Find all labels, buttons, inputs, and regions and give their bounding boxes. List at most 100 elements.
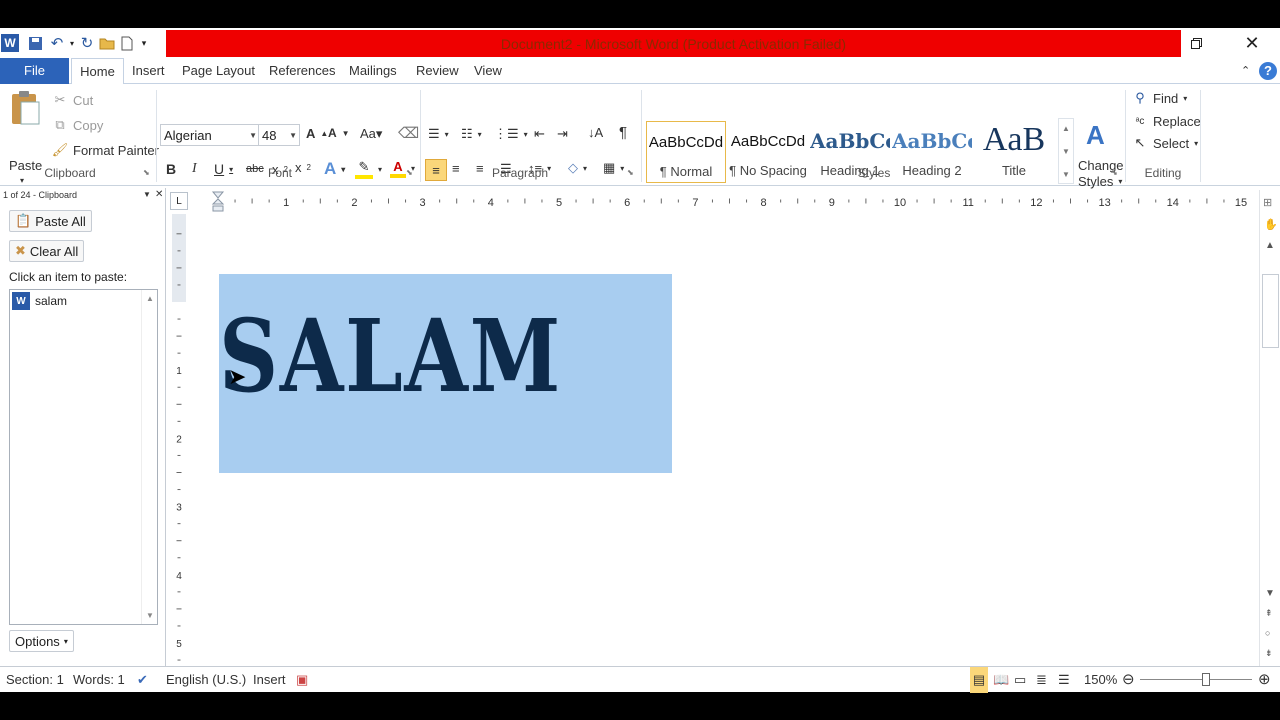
- pane-menu-icon[interactable]: ▼: [143, 188, 151, 202]
- font-launcher-icon[interactable]: ⬊: [406, 168, 413, 177]
- scroll-up-icon[interactable]: ▲: [1265, 240, 1275, 251]
- horizontal-ruler[interactable]: 1 2 3 4 5 6 7 8 9 10 11 12 13 14 15: [190, 190, 1258, 212]
- minimize-ribbon-icon[interactable]: ⌃: [1241, 58, 1250, 84]
- group-separator: [641, 90, 642, 182]
- new-document-icon[interactable]: [117, 32, 137, 54]
- clipboard-launcher-icon[interactable]: ⬊: [143, 168, 150, 177]
- full-screen-reading-icon[interactable]: 📖: [993, 667, 1009, 693]
- vertical-ruler[interactable]: 1 2 3 4 5: [170, 214, 188, 686]
- replace-label: Replace: [1153, 113, 1201, 129]
- macro-recording-icon[interactable]: ▣: [296, 667, 308, 693]
- ruler-toggle-icon[interactable]: ⊞: [1263, 196, 1272, 209]
- scroll-down-icon[interactable]: ▼: [1265, 588, 1275, 599]
- ruler-number: 14: [1167, 197, 1179, 209]
- numbering-icon[interactable]: ☷ ▾: [461, 126, 482, 142]
- zoom-slider-track[interactable]: [1140, 679, 1252, 680]
- proofing-icon[interactable]: ✔: [137, 667, 148, 693]
- section-indicator[interactable]: Section: 1: [6, 667, 64, 693]
- web-layout-icon[interactable]: ▭: [1014, 667, 1026, 693]
- change-case-icon[interactable]: Aa▾: [360, 126, 382, 142]
- print-layout-icon[interactable]: ▤: [970, 667, 988, 693]
- ruler-number: 15: [1235, 197, 1247, 209]
- draft-icon[interactable]: ☰: [1058, 667, 1070, 693]
- undo-dropdown-icon[interactable]: ▾: [67, 32, 77, 54]
- replace-button[interactable]: ᵃc Replace: [1132, 113, 1201, 129]
- multilevel-list-icon[interactable]: ⋮☰ ▾: [494, 126, 528, 142]
- pane-scrollbar[interactable]: ▲ ▼: [141, 290, 157, 624]
- tab-review[interactable]: Review: [416, 58, 459, 84]
- tab-insert[interactable]: Insert: [132, 58, 165, 84]
- format-painter-button[interactable]: 🖌 Format Painter: [52, 142, 159, 158]
- clear-formatting-icon[interactable]: ⌫: [398, 124, 419, 142]
- zoom-slider-thumb[interactable]: [1202, 673, 1210, 686]
- restore-icon[interactable]: [1168, 28, 1224, 58]
- cut-label: Cut: [73, 92, 94, 108]
- language-indicator[interactable]: English (U.S.): [166, 667, 246, 693]
- window-title: Document2 - Microsoft Word (Product Acti…: [166, 30, 1181, 57]
- word-count[interactable]: Words: 1: [73, 667, 125, 693]
- vertical-ruler-ticks: 1 2 3 4 5: [172, 214, 186, 678]
- ruler-number: 5: [556, 197, 562, 209]
- insert-mode-indicator[interactable]: Insert: [253, 667, 286, 693]
- sort-icon[interactable]: ↓A: [588, 125, 603, 140]
- clipboard-item[interactable]: W salam: [12, 292, 67, 310]
- tab-references[interactable]: References: [269, 58, 335, 84]
- paragraph-launcher-icon[interactable]: ⬊: [627, 168, 634, 177]
- format-painter-label: Format Painter: [73, 142, 159, 158]
- shrink-font-icon[interactable]: A ▼: [328, 126, 350, 140]
- clear-all-button[interactable]: ✖ Clear All: [9, 240, 85, 262]
- copy-button[interactable]: ⧉ Copy: [52, 117, 103, 133]
- font-size-combo[interactable]: 48 ▼: [258, 124, 300, 146]
- styles-launcher-icon[interactable]: ⬊: [1111, 168, 1118, 177]
- outline-icon[interactable]: ≣: [1036, 667, 1047, 693]
- group-separator: [1200, 90, 1201, 182]
- hand-icon[interactable]: ✋: [1264, 218, 1278, 231]
- next-page-icon[interactable]: ⇟: [1265, 648, 1273, 659]
- undo-icon[interactable]: ↶: [47, 32, 67, 54]
- find-button[interactable]: ⚲ Find ▾: [1132, 90, 1187, 106]
- zoom-in-icon[interactable]: ⊕: [1258, 667, 1271, 693]
- cut-button[interactable]: ✂ Cut: [52, 92, 94, 108]
- bullets-icon[interactable]: ☰ ▾: [428, 126, 449, 142]
- zoom-level[interactable]: 150%: [1084, 667, 1117, 693]
- scrollbar-thumb[interactable]: [1262, 274, 1279, 348]
- ruler-number: 10: [894, 197, 906, 209]
- paste-all-label: Paste All: [35, 213, 86, 229]
- paste-icon[interactable]: [8, 88, 42, 128]
- font-name-combo[interactable]: Algerian ▼: [160, 124, 260, 146]
- chevron-up-icon: ▲: [146, 294, 154, 303]
- ruler-number: 6: [624, 197, 630, 209]
- options-button[interactable]: Options ▾: [9, 630, 74, 652]
- increase-indent-icon[interactable]: ⇥: [557, 126, 568, 142]
- save-icon[interactable]: [25, 32, 45, 54]
- document-page[interactable]: SALAM ➤: [190, 214, 1258, 686]
- tab-selector[interactable]: L: [170, 192, 188, 210]
- close-icon[interactable]: ✕: [1224, 28, 1280, 58]
- clipboard-pane: 1 of 24 - Clipboard ▼ ✕ 📋 Paste All ✖ Clea…: [0, 188, 166, 666]
- tab-home[interactable]: Home: [71, 58, 124, 85]
- redo-icon[interactable]: ↻: [77, 32, 97, 54]
- group-separator: [420, 90, 421, 182]
- vertical-scrollbar[interactable]: ⊞ ✋ ▲ ▼ ⇞ ○ ⇟: [1259, 190, 1280, 666]
- document-text[interactable]: SALAM: [219, 306, 562, 406]
- customize-qat-icon[interactable]: ▾: [137, 32, 151, 54]
- previous-page-icon[interactable]: ⇞: [1265, 608, 1273, 619]
- paste-all-button[interactable]: 📋 Paste All: [9, 210, 92, 232]
- open-folder-icon[interactable]: [97, 32, 117, 54]
- tab-page-layout[interactable]: Page Layout: [182, 58, 255, 84]
- change-styles-icon[interactable]: A: [1086, 120, 1105, 151]
- clipboard-group-label: Clipboard: [44, 166, 96, 180]
- tab-mailings[interactable]: Mailings: [349, 58, 397, 84]
- tab-file[interactable]: File: [0, 58, 69, 84]
- decrease-indent-icon[interactable]: ⇤: [534, 126, 545, 142]
- zoom-out-icon[interactable]: ⊖: [1122, 667, 1135, 693]
- show-paragraph-marks-icon[interactable]: ¶: [619, 124, 627, 141]
- ruler-number: 7: [692, 197, 698, 209]
- select-browse-object-icon[interactable]: ○: [1265, 628, 1270, 638]
- tab-view[interactable]: View: [474, 58, 502, 84]
- word-app-icon[interactable]: W: [1, 34, 19, 52]
- help-icon[interactable]: ?: [1259, 62, 1277, 80]
- select-button[interactable]: ↖ Select ▾: [1132, 135, 1199, 151]
- close-icon[interactable]: ✕: [155, 188, 163, 202]
- grow-font-icon[interactable]: A ▲: [306, 126, 328, 141]
